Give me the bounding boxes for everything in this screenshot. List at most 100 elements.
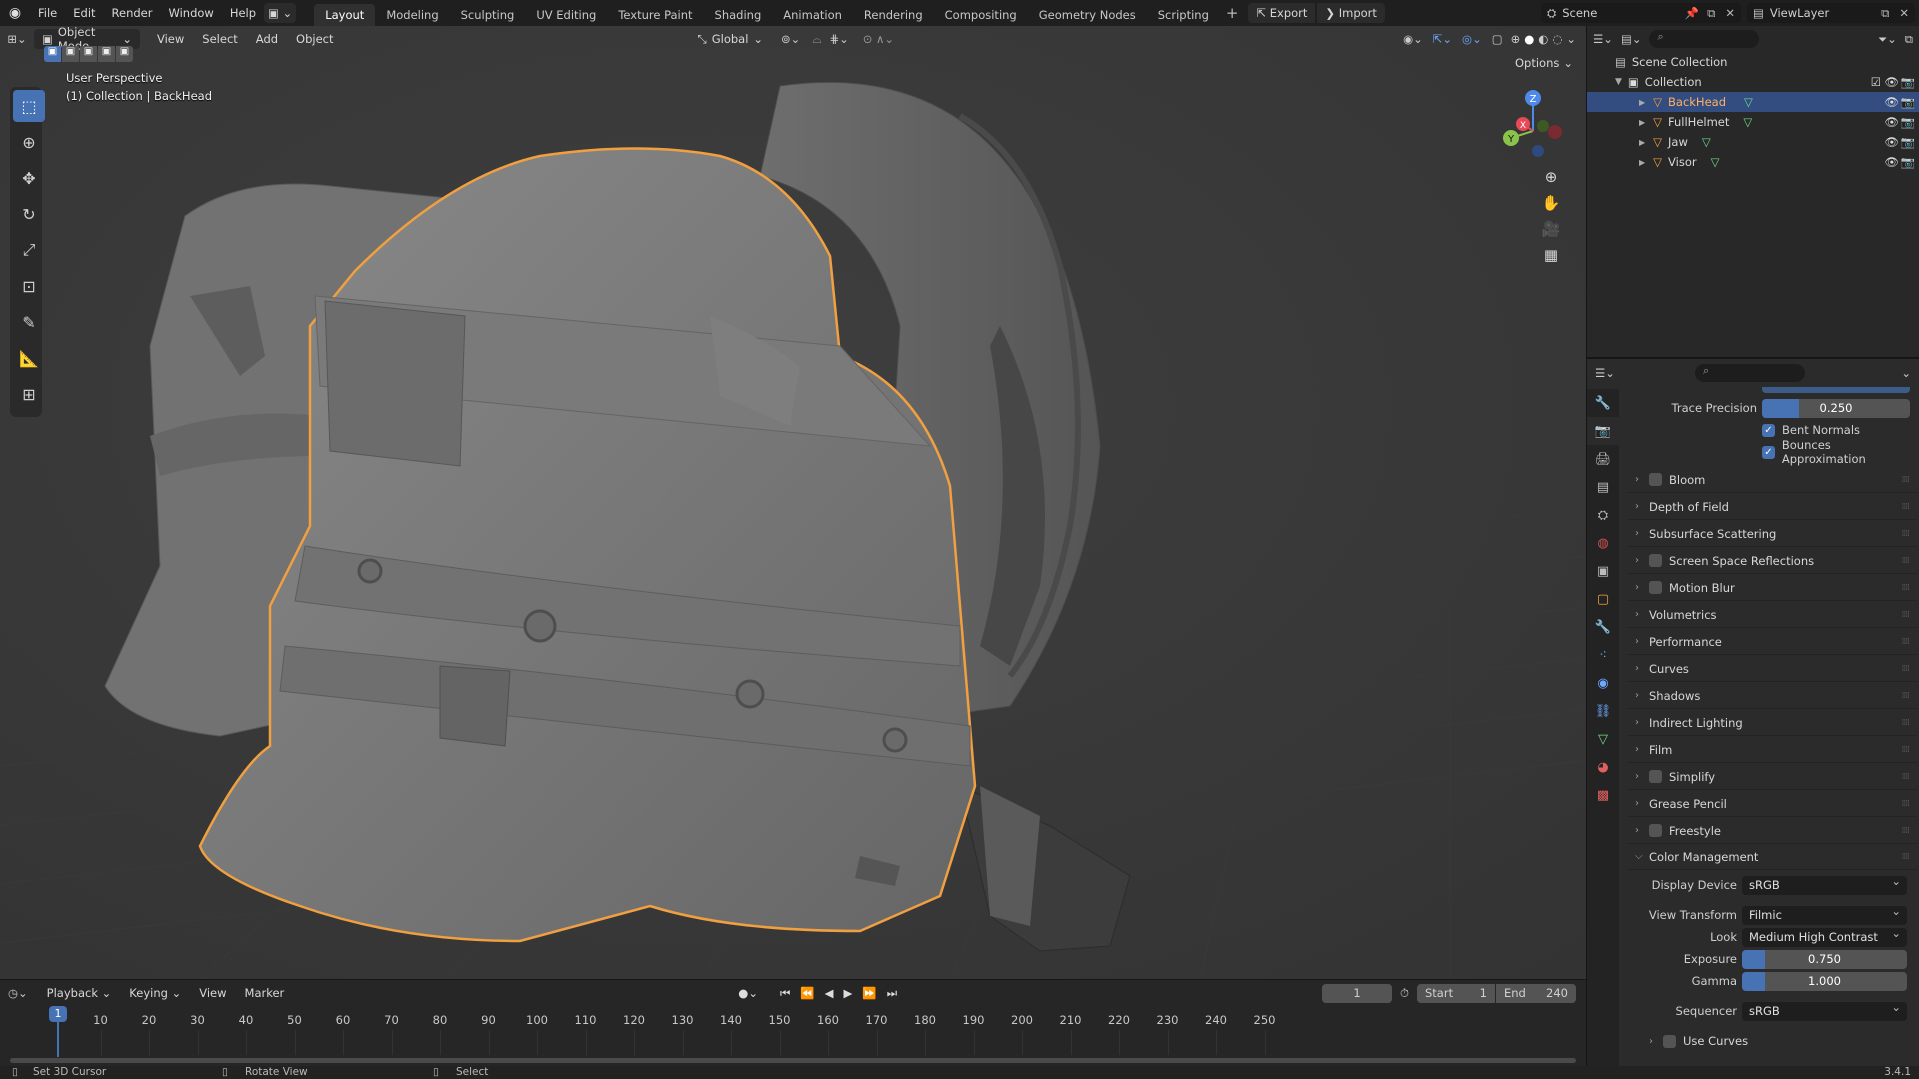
outliner-row-backhead[interactable]: ▶ ▽ BackHead ▽ 👁 📷 bbox=[1587, 92, 1919, 112]
select-invert-icon[interactable]: ▣ bbox=[98, 46, 115, 62]
tab-modeling[interactable]: Modeling bbox=[375, 4, 449, 26]
drag-handle-icon[interactable]: ⁞⁞⁞⁞ bbox=[1902, 529, 1911, 539]
eye-icon[interactable]: 👁 bbox=[1884, 155, 1899, 169]
menu-render[interactable]: Render bbox=[104, 0, 161, 26]
editor-type-button[interactable]: ⊞⌄ bbox=[0, 32, 34, 46]
panel-enable-checkbox[interactable] bbox=[1649, 824, 1662, 837]
outliner-row-scene-collection[interactable]: ▤ Scene Collection bbox=[1587, 52, 1919, 72]
orientation-selector[interactable]: ⤡ Global ⌄ bbox=[698, 32, 764, 47]
drag-handle-icon[interactable]: ⁞⁞⁞⁞ bbox=[1902, 799, 1911, 809]
outliner-row-jaw[interactable]: ▶ ▽ Jaw ▽ 👁 📷 bbox=[1587, 132, 1919, 152]
bounces-approx-row[interactable]: ✓ Bounces Approximation bbox=[1627, 438, 1917, 466]
exclude-checkbox[interactable]: ☑ bbox=[1871, 75, 1881, 89]
panel-performance[interactable]: › Performance ⁞⁞⁞⁞ bbox=[1627, 629, 1917, 655]
tab-sculpting[interactable]: Sculpting bbox=[450, 4, 526, 26]
tab-rendering[interactable]: Rendering bbox=[853, 4, 934, 26]
snap-icon[interactable]: ⌓ bbox=[812, 32, 821, 47]
view-layer-tab-icon[interactable]: ▤ bbox=[1587, 473, 1619, 501]
export-button[interactable]: ⇱ Export bbox=[1248, 3, 1316, 23]
drag-handle-icon[interactable]: ⁞⁞⁞⁞ bbox=[1902, 664, 1911, 674]
drag-handle-icon[interactable]: ⁞⁞⁞⁞ bbox=[1902, 556, 1911, 566]
menu-help[interactable]: Help bbox=[222, 0, 264, 26]
select-box-icon[interactable]: ⬚ bbox=[13, 90, 45, 122]
data-tab-icon[interactable]: ▽ bbox=[1587, 725, 1619, 753]
camera-render-icon[interactable]: 📷 bbox=[1901, 75, 1915, 89]
vp-menu-view[interactable]: View bbox=[148, 26, 193, 52]
workspace-dropdown[interactable]: ▣ ⌄ bbox=[264, 3, 297, 23]
expand-arrow-icon[interactable]: ▼ bbox=[1615, 77, 1622, 87]
physics-tab-icon[interactable]: ◉ bbox=[1587, 669, 1619, 697]
panel-film[interactable]: › Film ⁞⁞⁞⁞ bbox=[1627, 737, 1917, 763]
xray-icon[interactable]: ▢ bbox=[1492, 32, 1503, 46]
panel-volumetrics[interactable]: › Volumetrics ⁞⁞⁞⁞ bbox=[1627, 602, 1917, 628]
import-button[interactable]: ❯ Import bbox=[1317, 3, 1385, 23]
use-curves-subpanel[interactable]: › Use Curves bbox=[1627, 1028, 1917, 1054]
color-management-header[interactable]: ⌵ Color Management ⁞⁞⁞⁞ bbox=[1627, 844, 1917, 870]
delete-view-layer-icon[interactable]: ✕ bbox=[1893, 6, 1915, 20]
tab-texture-paint[interactable]: Texture Paint bbox=[607, 4, 703, 26]
vp-menu-select[interactable]: Select bbox=[193, 26, 246, 52]
panel-indirect-lighting[interactable]: › Indirect Lighting ⁞⁞⁞⁞ bbox=[1627, 710, 1917, 736]
menu-edit[interactable]: Edit bbox=[65, 0, 103, 26]
tab-geometry-nodes[interactable]: Geometry Nodes bbox=[1028, 4, 1147, 26]
vp-menu-add[interactable]: Add bbox=[247, 26, 287, 52]
drag-handle-icon[interactable]: ⁞⁞⁞⁞ bbox=[1902, 852, 1911, 862]
drag-handle-icon[interactable]: ⁞⁞⁞⁞ bbox=[1902, 691, 1911, 701]
panel-enable-checkbox[interactable] bbox=[1649, 554, 1662, 567]
eye-icon[interactable]: 👁 bbox=[1884, 135, 1899, 149]
constraints-tab-icon[interactable]: ⛓ bbox=[1587, 697, 1619, 725]
camera-render-icon[interactable]: 📷 bbox=[1901, 115, 1915, 129]
tab-shading[interactable]: Shading bbox=[704, 4, 773, 26]
camera-render-icon[interactable]: 📷 bbox=[1901, 135, 1915, 149]
use-curves-checkbox[interactable] bbox=[1663, 1034, 1676, 1048]
panel-depth-of-field[interactable]: › Depth of Field ⁞⁞⁞⁞ bbox=[1627, 494, 1917, 520]
display-mode-icon[interactable]: ▤⌄ bbox=[1621, 32, 1642, 46]
new-scene-icon[interactable]: ⧉ bbox=[1703, 6, 1719, 21]
proportional-edit-icon[interactable]: ⊙ ∧⌄ bbox=[863, 32, 894, 46]
modifier-tab-icon[interactable]: 🔧 bbox=[1587, 613, 1619, 641]
measure-icon[interactable]: 📐 bbox=[13, 342, 45, 374]
camera-render-icon[interactable]: 📷 bbox=[1901, 95, 1915, 109]
scene-selector[interactable]: ⛭ Scene 📌 ⧉ ✕ bbox=[1541, 3, 1741, 23]
drag-handle-icon[interactable]: ⁞⁞⁞⁞ bbox=[1902, 637, 1911, 647]
menu-window[interactable]: Window bbox=[160, 0, 221, 26]
shading-solid-icon[interactable]: ● bbox=[1524, 32, 1534, 46]
gizmo-neg-y[interactable] bbox=[1537, 120, 1549, 132]
timeline-ruler[interactable]: 10 20 30 40 50 60 70 80 90 100 110 120 130 140 150 160 1… bbox=[0, 980, 1586, 1067]
tab-scripting[interactable]: Scripting bbox=[1147, 4, 1220, 26]
navigation-gizmo[interactable]: Z Y X bbox=[1488, 86, 1578, 176]
drag-handle-icon[interactable]: ⁞⁞⁞⁞ bbox=[1902, 826, 1911, 836]
shading-material-icon[interactable]: ◐ bbox=[1538, 32, 1548, 46]
eye-icon[interactable]: 👁 bbox=[1884, 95, 1899, 109]
panel-freestyle[interactable]: › Freestyle ⁞⁞⁞⁞ bbox=[1627, 818, 1917, 844]
cursor-icon[interactable]: ⊕ bbox=[13, 126, 45, 158]
gizmo-neg-x[interactable] bbox=[1548, 125, 1562, 139]
tab-compositing[interactable]: Compositing bbox=[934, 4, 1028, 26]
playhead[interactable]: 1 bbox=[49, 1006, 67, 1022]
perspective-grid-icon[interactable]: ▦ bbox=[1538, 242, 1564, 268]
select-intersect-icon[interactable]: ▣ bbox=[116, 46, 133, 62]
options-button[interactable]: Options ⌄ bbox=[1515, 56, 1573, 70]
expand-arrow-icon[interactable]: ▶ bbox=[1639, 98, 1645, 107]
mesh-data-icon[interactable]: ▽ bbox=[1743, 115, 1752, 129]
properties-editor-icon[interactable]: ☰⌄ bbox=[1595, 366, 1615, 380]
outliner-row-collection[interactable]: ▼ ▣ Collection ☑ 👁 📷 bbox=[1587, 72, 1919, 92]
view-layer-selector[interactable]: ▤ ViewLayer ⧉ ✕ bbox=[1747, 3, 1915, 23]
pin-icon[interactable]: 📌 bbox=[1681, 6, 1703, 20]
panel-subsurface-scattering[interactable]: › Subsurface Scattering ⁞⁞⁞⁞ bbox=[1627, 521, 1917, 547]
3d-viewport[interactable]: ⊞⌄ ▣ Object Mode ⌄ View Select Add Objec… bbox=[0, 26, 1586, 979]
display-device-select[interactable]: sRGB bbox=[1742, 872, 1907, 895]
collection-tab-icon[interactable]: ▣ bbox=[1587, 557, 1619, 585]
panel-enable-checkbox[interactable] bbox=[1649, 770, 1662, 783]
mesh-data-icon[interactable]: ▽ bbox=[1711, 155, 1720, 169]
expand-arrow-icon[interactable]: ▶ bbox=[1639, 158, 1645, 167]
bounces-approx-checkbox[interactable]: ✓ bbox=[1762, 445, 1775, 459]
panel-enable-checkbox[interactable] bbox=[1649, 581, 1662, 594]
select-new-icon[interactable]: ▣ bbox=[44, 46, 61, 62]
sequencer-select[interactable]: sRGB bbox=[1742, 998, 1907, 1021]
camera-icon[interactable]: 🎥 bbox=[1538, 216, 1564, 242]
object-tab-icon[interactable]: ▢ bbox=[1587, 585, 1619, 613]
trace-precision-field[interactable]: 0.250 bbox=[1762, 398, 1910, 418]
vp-menu-object[interactable]: Object bbox=[287, 26, 342, 52]
visibility-icon[interactable]: ◉⌄ bbox=[1403, 32, 1423, 46]
